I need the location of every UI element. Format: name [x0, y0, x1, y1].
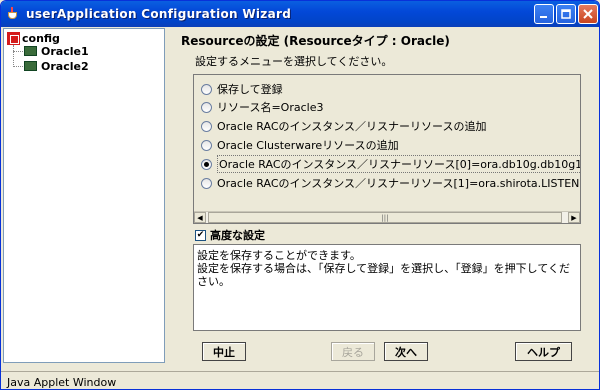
advanced-settings-toggle[interactable]: ✔ 高度な設定: [195, 227, 265, 243]
tree-item-oracle1[interactable]: Oracle1: [24, 44, 91, 58]
option-rac-resource-1[interactable]: Oracle RACのインスタンス／リスナーリソース[1]=ora.shirot…: [201, 175, 580, 191]
back-button[interactable]: 戻る: [331, 342, 375, 361]
radio-button[interactable]: [201, 83, 212, 95]
arrow-left-icon[interactable]: ◀: [194, 212, 206, 223]
next-button[interactable]: 次へ: [384, 342, 428, 361]
advanced-settings-label: 高度な設定: [210, 229, 265, 242]
cancel-button[interactable]: 中止: [202, 342, 246, 361]
scrollbar-thumb[interactable]: |||: [208, 212, 562, 223]
option-save-and-register[interactable]: 保存して登録: [201, 81, 283, 97]
status-bar: Java Applet Window: [1, 371, 599, 389]
window-title: userApplication Configuration Wizard: [26, 7, 292, 21]
option-label: Oracle RACのインスタンス／リスナーリソースの追加: [217, 120, 487, 133]
description-area: 設定を保存することができます。 設定を保存する場合は、「保存して登録」を選択し、…: [193, 244, 581, 331]
arrow-right-icon[interactable]: ▶: [568, 212, 580, 223]
option-label: リソース名=Oracle3: [217, 101, 324, 114]
resource-icon: [24, 61, 37, 71]
tree-item-label: Oracle2: [41, 59, 89, 73]
close-icon[interactable]: [578, 4, 598, 24]
maximize-icon[interactable]: [556, 4, 576, 24]
tree-item-oracle2[interactable]: Oracle2: [24, 59, 91, 73]
java-cup-icon: [6, 7, 20, 21]
option-rac-resource-0[interactable]: Oracle RACのインスタンス／リスナーリソース[0]=ora.db10g.…: [201, 155, 580, 173]
minimize-icon[interactable]: [534, 4, 554, 24]
radio-button[interactable]: [201, 158, 212, 170]
tree-item-label: Oracle1: [41, 44, 89, 58]
advanced-settings-checkbox[interactable]: ✔: [195, 229, 206, 241]
option-add-rac-instance[interactable]: Oracle RACのインスタンス／リスナーリソースの追加: [201, 118, 487, 134]
description-line: 設定を保存することができます。: [197, 249, 361, 262]
option-label: 保存して登録: [217, 83, 283, 96]
window-controls: [534, 4, 598, 24]
radio-button[interactable]: [201, 101, 212, 113]
horizontal-scrollbar[interactable]: ◀ ||| ▶: [194, 211, 580, 223]
option-label: Oracle RACのインスタンス／リスナーリソース[0]=ora.db10g.…: [217, 155, 580, 173]
title-bar[interactable]: userApplication Configuration Wizard: [1, 1, 599, 27]
tree-item-config[interactable]: config: [7, 31, 62, 45]
config-folder-icon: [7, 31, 20, 45]
tree-item-label: config: [22, 31, 60, 45]
option-resource-name[interactable]: リソース名=Oracle3: [201, 99, 323, 115]
option-label: Oracle Clusterwareリソースの追加: [217, 139, 399, 152]
option-label: Oracle RACのインスタンス／リスナーリソース[1]=ora.shirot…: [217, 177, 580, 190]
config-tree[interactable]: config Oracle1 Oracle2: [3, 28, 165, 363]
instruction-text: 設定するメニューを選択してください。: [195, 55, 393, 68]
menu-options-panel: 保存して登録 リソース名=Oracle3 Oracle RACのインスタンス／リ…: [193, 74, 581, 224]
radio-button[interactable]: [201, 139, 212, 151]
option-add-clusterware[interactable]: Oracle Clusterwareリソースの追加: [201, 137, 399, 153]
page-title: Resourceの設定 (Resourceタイプ : Oracle): [181, 34, 450, 48]
split-pane-divider[interactable]: [165, 28, 171, 363]
description-line: 設定を保存する場合は、「保存して登録」を選択し、「登録」を押下してください。: [197, 262, 571, 288]
help-button[interactable]: ヘルプ: [515, 342, 572, 361]
radio-button[interactable]: [201, 177, 212, 189]
radio-button[interactable]: [201, 120, 212, 132]
wizard-window: userApplication Configuration Wizard con…: [0, 0, 600, 390]
status-text: Java Applet Window: [7, 376, 117, 389]
resource-icon: [24, 46, 37, 56]
